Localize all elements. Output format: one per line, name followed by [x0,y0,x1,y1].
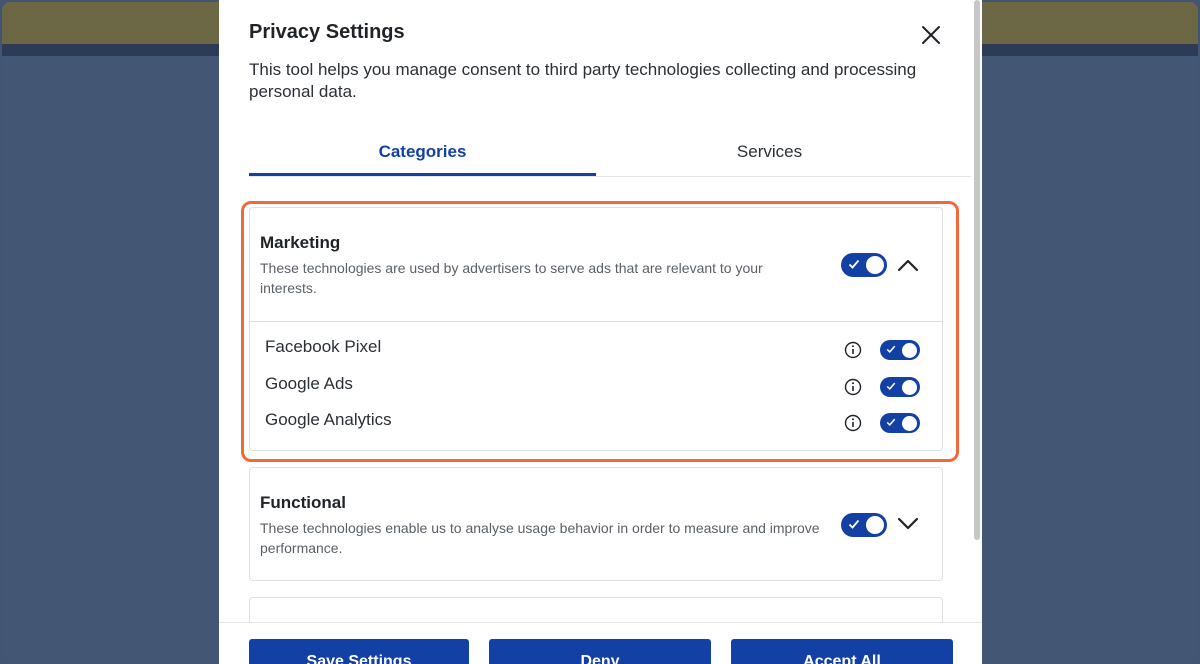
category-description: These technologies enable us to analyse … [260,520,820,556]
tab-bar: Categories Services [249,130,971,177]
category-toggle-functional[interactable] [841,513,887,537]
category-title: Functional [260,493,346,512]
chevron-down-icon[interactable] [897,517,919,531]
save-settings-button[interactable]: Save Settings [249,639,469,664]
dialog-footer: Save Settings Deny Accept All [219,622,982,664]
deny-button[interactable]: Deny [489,639,711,664]
dialog-description: This tool helps you manage consent to th… [249,60,917,101]
toggle-knob [866,516,884,534]
tab-categories[interactable]: Categories [249,130,596,176]
close-icon[interactable] [919,23,943,47]
category-card-functional: Functional These technologies enable us … [249,467,943,581]
accept-all-button[interactable]: Accept All [731,639,953,664]
highlight-frame [241,201,959,462]
scrollbar-thumb[interactable] [974,0,980,540]
check-icon [848,519,860,529]
dialog-title: Privacy Settings [249,21,405,43]
tab-services[interactable]: Services [596,130,943,176]
